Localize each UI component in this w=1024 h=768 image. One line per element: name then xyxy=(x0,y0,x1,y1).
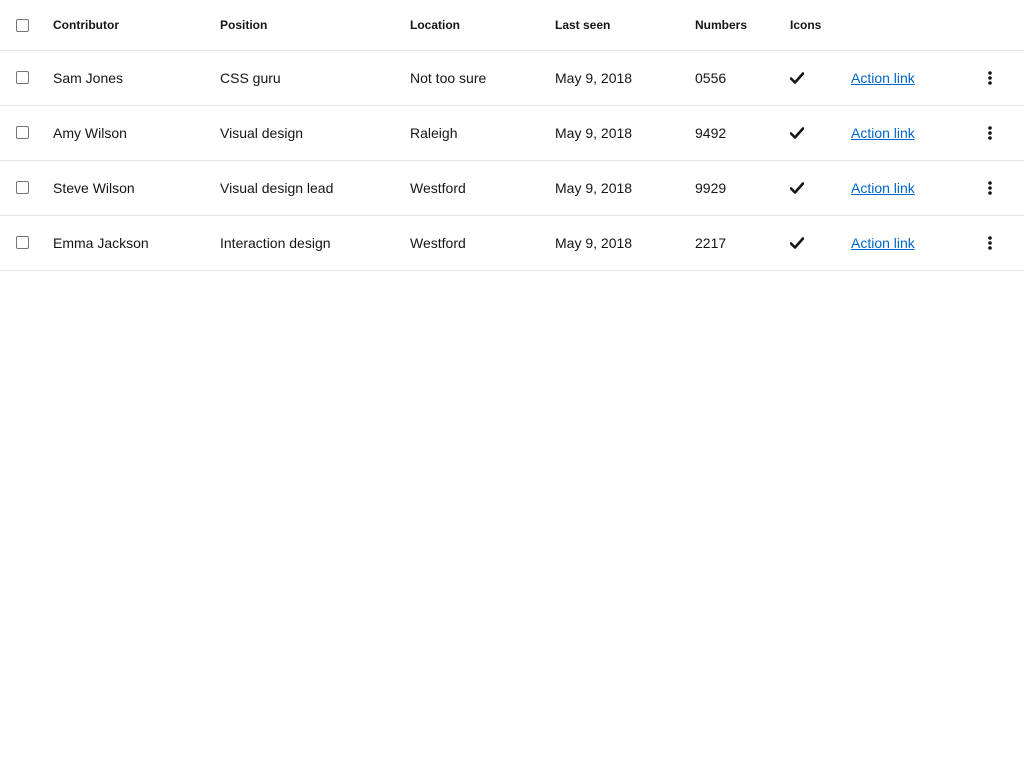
row-actions-cell xyxy=(980,106,1000,160)
position-cell: Visual design lead xyxy=(220,180,334,196)
row-checkbox[interactable] xyxy=(16,180,29,194)
data-table: Contributor Position Location Last seen … xyxy=(0,0,1024,271)
row-checkbox[interactable] xyxy=(16,70,29,84)
kebab-menu-icon[interactable] xyxy=(980,66,1000,90)
number-cell: 0556 xyxy=(695,70,727,86)
icon-cell xyxy=(790,51,804,105)
icon-cell xyxy=(790,161,804,215)
row-actions-cell xyxy=(980,216,1000,270)
location-cell: Raleigh xyxy=(410,125,458,141)
kebab-menu-icon[interactable] xyxy=(980,176,1000,200)
row-checkbox[interactable] xyxy=(16,125,29,139)
kebab-menu-icon[interactable] xyxy=(980,231,1000,255)
header-location[interactable]: Location xyxy=(410,0,460,50)
header-contributor[interactable]: Contributor xyxy=(53,0,119,50)
number-cell: 9492 xyxy=(695,125,727,141)
icon-cell xyxy=(790,106,804,160)
header-last-seen-label: Last seen xyxy=(555,18,611,32)
select-all-cell xyxy=(16,0,32,50)
table-header-row: Contributor Position Location Last seen … xyxy=(0,0,1024,51)
row-actions-cell xyxy=(980,51,1000,105)
header-location-label: Location xyxy=(410,18,460,32)
table-row: Amy Wilson Visual design Raleigh May 9, … xyxy=(0,106,1024,161)
table-row: Steve Wilson Visual design lead Westford… xyxy=(0,161,1024,216)
action-link-cell: Action link xyxy=(851,51,915,105)
action-link[interactable]: Action link xyxy=(851,125,915,141)
check-icon xyxy=(790,237,804,249)
contributor-cell: Sam Jones xyxy=(53,70,124,86)
row-select-cell xyxy=(16,106,32,160)
contributor-cell: Steve Wilson xyxy=(53,180,135,196)
icon-cell xyxy=(790,216,804,270)
action-link[interactable]: Action link xyxy=(851,70,915,86)
check-icon xyxy=(790,72,804,84)
last-seen-cell: May 9, 2018 xyxy=(555,235,633,251)
row-select-cell xyxy=(16,216,32,270)
location-cell: Not too sure xyxy=(410,70,487,86)
header-icons[interactable]: Icons xyxy=(790,0,821,50)
header-icons-label: Icons xyxy=(790,18,822,32)
action-link-cell: Action link xyxy=(851,216,915,270)
header-last-seen[interactable]: Last seen xyxy=(555,0,610,50)
action-link-cell: Action link xyxy=(851,161,915,215)
row-select-cell xyxy=(16,51,32,105)
header-numbers[interactable]: Numbers xyxy=(695,0,747,50)
contributor-cell: Amy Wilson xyxy=(53,125,127,141)
location-cell: Westford xyxy=(410,180,466,196)
kebab-menu-icon[interactable] xyxy=(980,121,1000,145)
action-link-cell: Action link xyxy=(851,106,915,160)
table-row: Sam Jones CSS guru Not too sure May 9, 2… xyxy=(0,51,1024,106)
position-cell: Interaction design xyxy=(220,235,331,251)
last-seen-cell: May 9, 2018 xyxy=(555,180,633,196)
last-seen-cell: May 9, 2018 xyxy=(555,70,633,86)
last-seen-cell: May 9, 2018 xyxy=(555,125,633,141)
header-position-label: Position xyxy=(220,18,268,32)
action-link[interactable]: Action link xyxy=(851,180,915,196)
row-actions-cell xyxy=(980,161,1000,215)
number-cell: 2217 xyxy=(695,235,727,251)
number-cell: 9929 xyxy=(695,180,727,196)
row-checkbox[interactable] xyxy=(16,235,29,249)
header-numbers-label: Numbers xyxy=(695,18,748,32)
header-contributor-label: Contributor xyxy=(53,18,119,32)
row-select-cell xyxy=(16,161,32,215)
header-position[interactable]: Position xyxy=(220,0,267,50)
check-icon xyxy=(790,127,804,139)
contributor-cell: Emma Jackson xyxy=(53,235,149,251)
table-row: Emma Jackson Interaction design Westford… xyxy=(0,216,1024,271)
select-all-checkbox[interactable] xyxy=(16,19,29,32)
position-cell: CSS guru xyxy=(220,70,281,86)
position-cell: Visual design xyxy=(220,125,304,141)
location-cell: Westford xyxy=(410,235,466,251)
action-link[interactable]: Action link xyxy=(851,235,915,251)
check-icon xyxy=(790,182,804,194)
